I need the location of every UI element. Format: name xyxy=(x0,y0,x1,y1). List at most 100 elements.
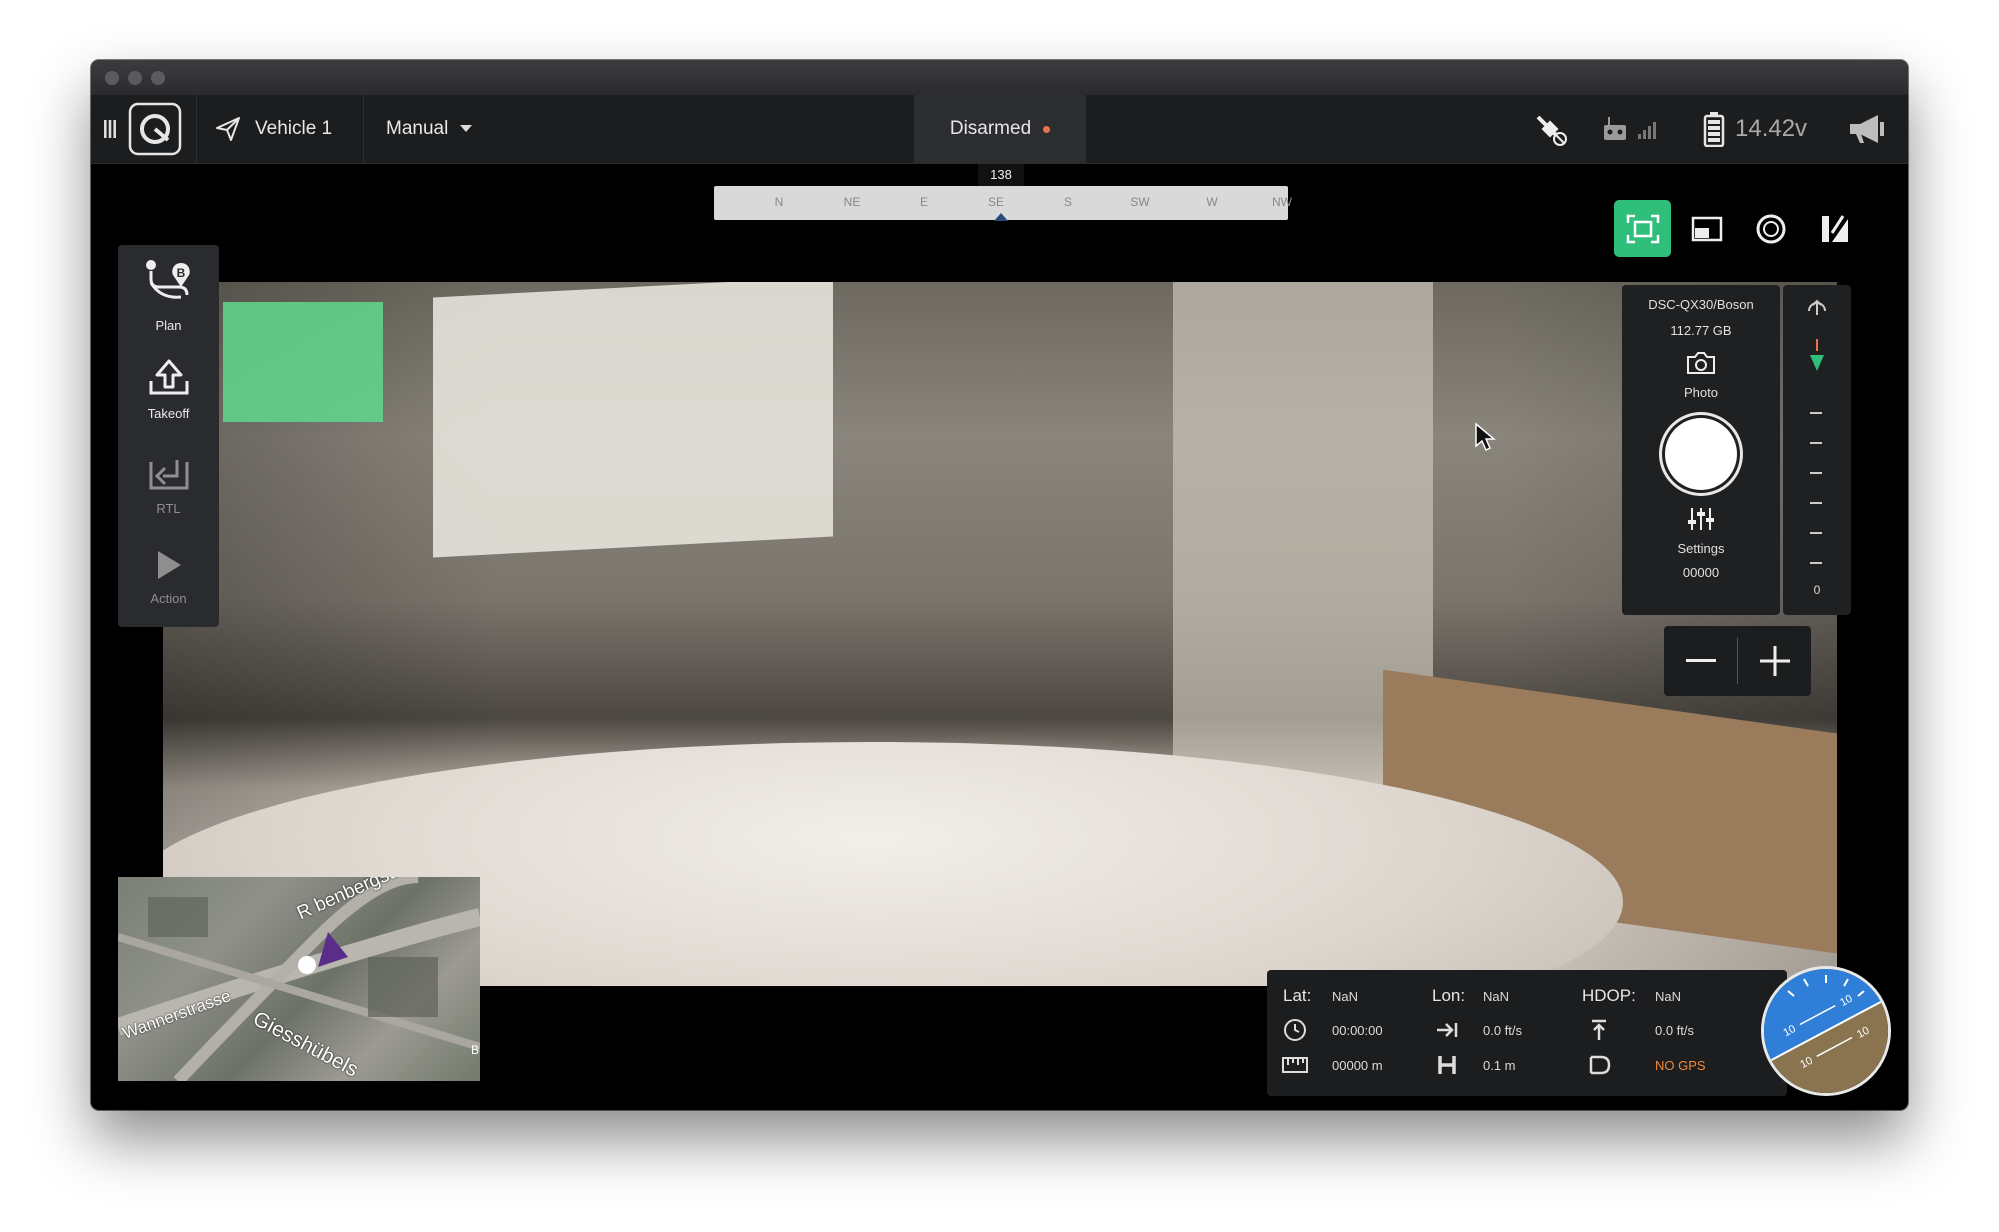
satellite-icon xyxy=(1536,115,1567,146)
altitude-icon xyxy=(1438,1056,1456,1074)
climb-rate-icon xyxy=(1592,1019,1606,1040)
camera-icon xyxy=(1687,352,1715,374)
whiteboard xyxy=(433,282,833,558)
plan-route-icon: B xyxy=(145,260,190,299)
camera-control-panel: DSC-QX30/Boson 112.77 GB Photo Settings … xyxy=(1622,285,1780,615)
heading-pointer-icon xyxy=(994,213,1008,221)
action-button[interactable]: Action xyxy=(118,548,219,606)
battery-voltage: 14.42v xyxy=(1735,115,1808,142)
compass-label: W xyxy=(1206,195,1218,209)
pitch-tick xyxy=(1810,502,1822,504)
takeoff-label: Takeoff xyxy=(147,406,190,421)
vehicle-name: Vehicle 1 xyxy=(255,118,333,139)
map-edge-label: B xyxy=(471,1043,480,1057)
gimbal-control-button[interactable] xyxy=(1742,200,1799,257)
gps-lock-icon xyxy=(1589,1055,1611,1075)
pitch-tick xyxy=(1810,562,1822,564)
sliders-icon xyxy=(1688,508,1714,530)
compass-label: SE xyxy=(987,195,1005,209)
compass-label: N xyxy=(774,195,784,209)
gps-status-value: NO GPS xyxy=(1655,1058,1706,1073)
arm-status-button[interactable]: Disarmed xyxy=(914,95,1086,163)
artificial-horizon: 10 10 10 10 xyxy=(1764,969,1888,1093)
app-window: Vehicle 1 Manual Disarmed 14.42v 138 N N… xyxy=(91,60,1908,1110)
pitch-tick xyxy=(1810,412,1822,414)
distance-value: 00000 m xyxy=(1332,1058,1383,1073)
pitch-tick xyxy=(1810,442,1822,444)
photo-label: Photo xyxy=(1684,385,1718,400)
compass-label: E xyxy=(919,195,929,209)
camera-model: DSC-QX30/Boson xyxy=(1648,297,1754,312)
lon-value: NaN xyxy=(1483,989,1510,1004)
altitude-value: 0.1 m xyxy=(1483,1058,1516,1073)
top-toolbar: Vehicle 1 Manual Disarmed 14.42v xyxy=(91,95,1908,164)
shutter-inner xyxy=(1665,418,1737,490)
clock-icon xyxy=(1284,1019,1306,1041)
fullscreen-icon xyxy=(1626,214,1659,243)
zoom-window-button[interactable] xyxy=(151,71,165,85)
compass-label: SW xyxy=(1130,195,1150,209)
battery-icon xyxy=(1703,112,1725,147)
lat-value: NaN xyxy=(1332,989,1359,1004)
lon-label: Lon: xyxy=(1432,986,1466,1005)
minimize-window-button[interactable] xyxy=(128,71,142,85)
zoom-out-button[interactable] xyxy=(1664,626,1737,696)
flight-time-value: 00:00:00 xyxy=(1332,1023,1383,1038)
photo-mode-toggle[interactable]: Photo xyxy=(1622,350,1780,400)
takeoff-button[interactable]: Takeoff xyxy=(118,357,219,421)
compass-label: NE xyxy=(843,195,861,209)
pip-toggle-button[interactable] xyxy=(1678,200,1735,257)
camera-mode-icon xyxy=(1821,214,1848,242)
close-window-button[interactable] xyxy=(105,71,119,85)
remote-control-icon xyxy=(1604,117,1626,140)
zoom-control xyxy=(1664,626,1811,696)
paper-plane-icon xyxy=(216,117,240,141)
fullscreen-video-button[interactable] xyxy=(1614,200,1671,257)
rc-rssi-indicator[interactable] xyxy=(1601,95,1659,163)
left-toolstrip: B Plan Takeoff RTL Action xyxy=(118,245,219,627)
messages-button[interactable] xyxy=(1848,95,1886,163)
svg-text:B: B xyxy=(176,266,185,280)
camera-storage: 112.77 GB xyxy=(1670,323,1732,338)
plan-label: Plan xyxy=(155,318,182,333)
camera-settings-button[interactable] xyxy=(1806,200,1863,257)
gimbal-reset-icon xyxy=(1808,299,1826,315)
plus-icon xyxy=(1759,646,1790,676)
minus-icon xyxy=(1685,659,1716,662)
pitch-tick xyxy=(1810,532,1822,534)
rtl-button[interactable]: RTL xyxy=(118,452,219,516)
mouse-cursor-icon xyxy=(1475,422,1496,452)
green-screen-monitor xyxy=(223,302,383,422)
compass-tape: N NE E SE S SW W NW xyxy=(714,186,1292,221)
plan-button[interactable]: B Plan xyxy=(118,257,219,333)
chevron-down-icon xyxy=(460,125,473,132)
takeoff-icon xyxy=(149,359,188,395)
mini-map[interactable]: R benbergstrasse Wannerstrasse Giesshübe… xyxy=(118,877,480,1081)
picture-in-picture-icon xyxy=(1691,216,1722,241)
gimbal-pitch-indicator[interactable]: 0 xyxy=(1783,285,1851,615)
camera-lens-icon xyxy=(1756,214,1785,243)
menu-icon[interactable] xyxy=(103,95,117,163)
telemetry-panel: Lat: NaN Lon: NaN HDOP: NaN 00:00:00 0.0… xyxy=(1267,970,1787,1096)
gps-status-indicator[interactable] xyxy=(1532,95,1568,163)
pitch-zero-label: 0 xyxy=(1813,583,1821,597)
flight-mode-dropdown[interactable]: Manual xyxy=(386,95,473,163)
lat-label: Lat: xyxy=(1283,986,1312,1005)
compass-label: NW xyxy=(1272,195,1292,209)
vehicle-selector[interactable]: Vehicle 1 xyxy=(215,95,332,163)
return-to-launch-icon xyxy=(149,460,188,490)
battery-indicator[interactable]: 14.42v xyxy=(1703,95,1807,163)
zoom-in-button[interactable] xyxy=(1738,626,1811,696)
pitch-tick xyxy=(1810,472,1822,474)
qgc-logo-icon[interactable] xyxy=(128,95,182,163)
arm-status-label: Disarmed xyxy=(949,118,1032,139)
status-dot xyxy=(1043,125,1051,133)
settings-label: Settings xyxy=(1677,541,1725,556)
play-icon xyxy=(157,551,181,579)
megaphone-icon xyxy=(1850,115,1884,143)
shutter-button[interactable] xyxy=(1659,412,1743,496)
camera-settings-toggle[interactable]: Settings xyxy=(1622,506,1780,556)
ground-speed-value: 0.0 ft/s xyxy=(1483,1023,1523,1038)
attitude-indicator: 10 10 10 10 xyxy=(1761,966,1891,1096)
climb-rate-value: 0.0 ft/s xyxy=(1655,1023,1695,1038)
